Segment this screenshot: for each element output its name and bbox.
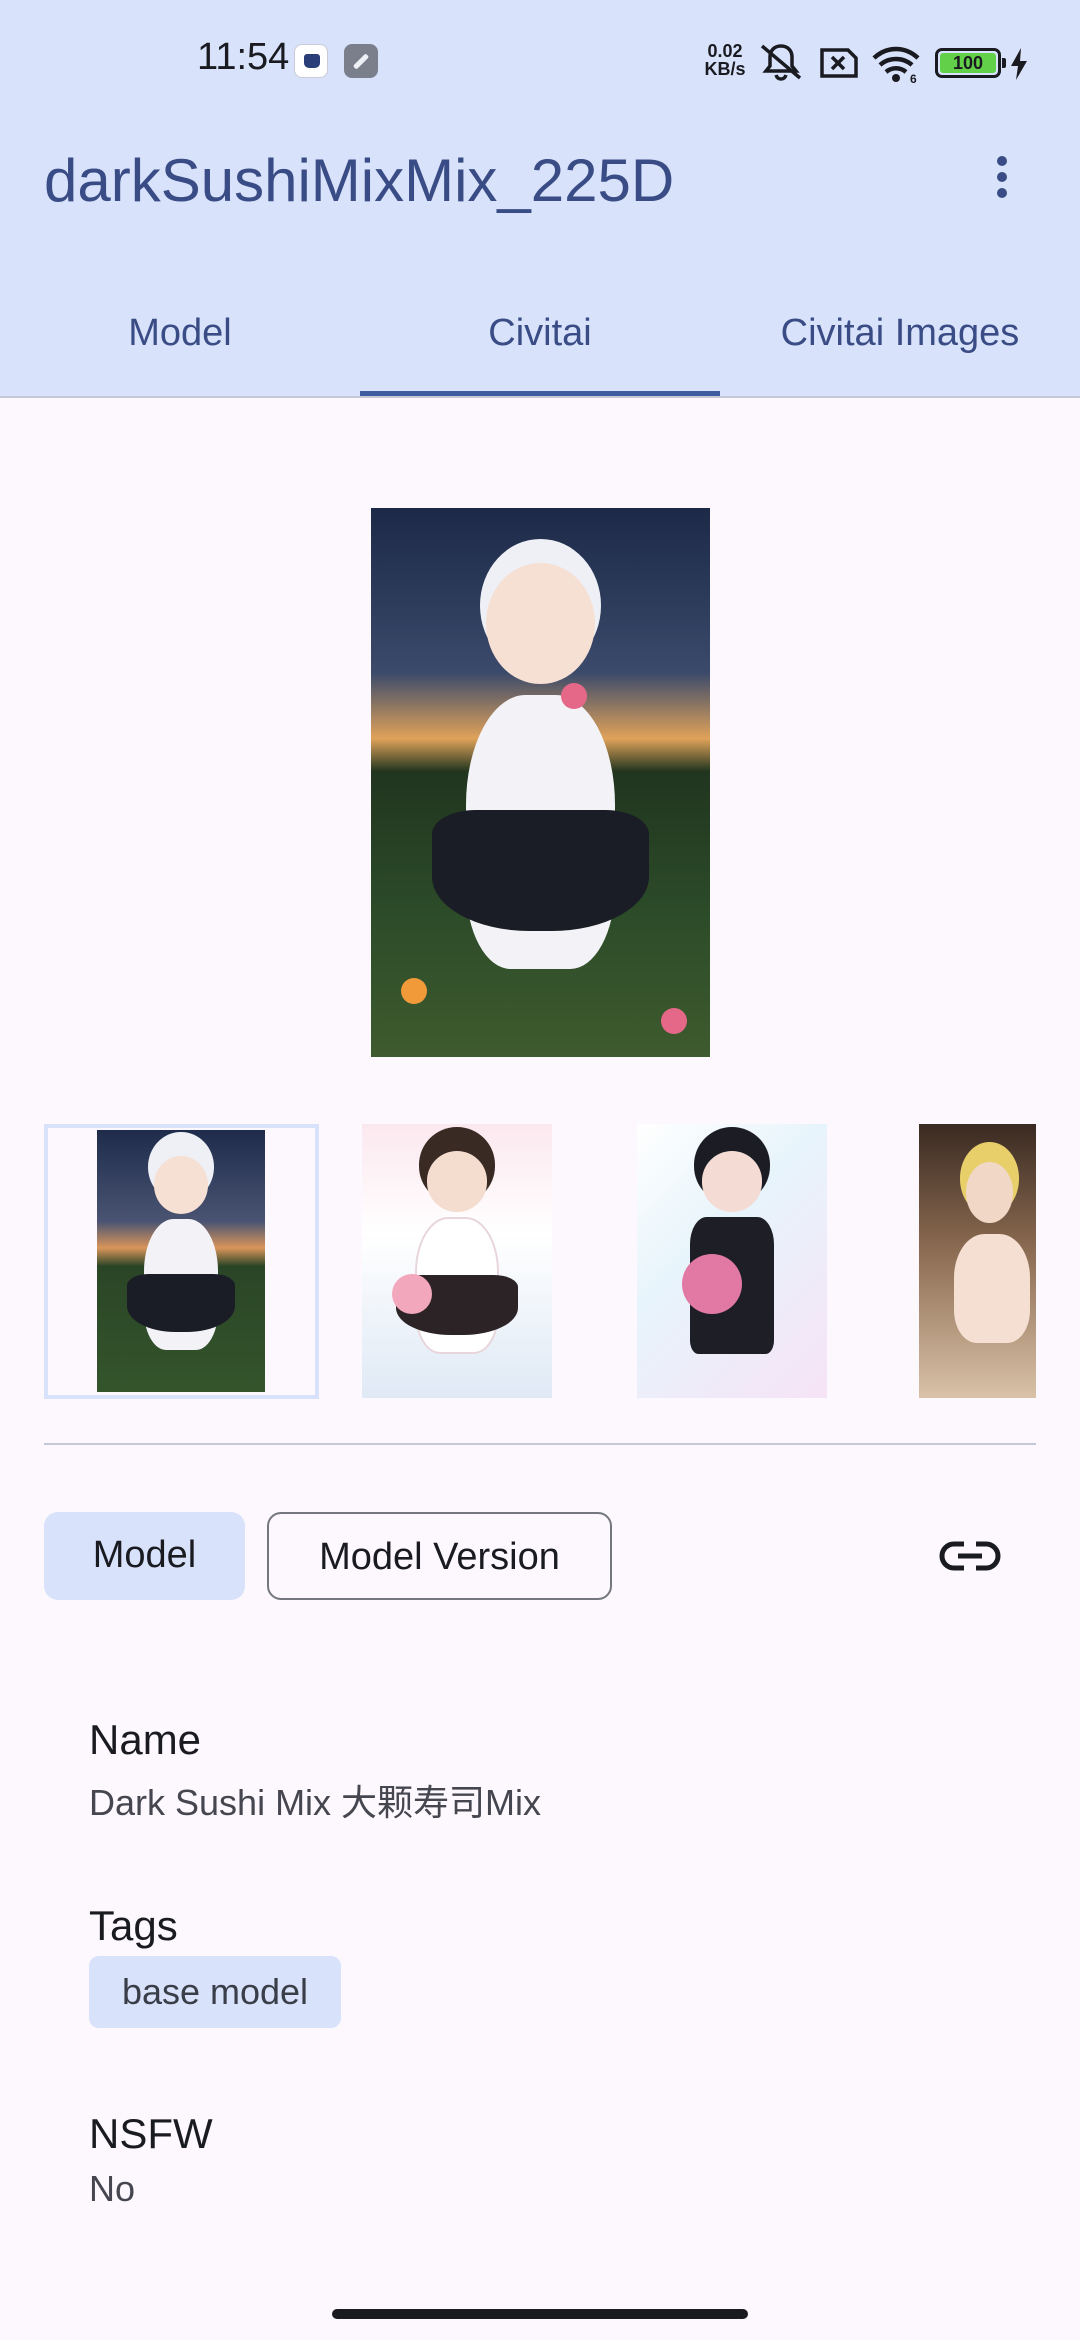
thumbnail-1[interactable] — [97, 1130, 265, 1392]
battery-level: 100 — [940, 53, 996, 73]
status-time: 11:54 — [197, 36, 290, 78]
network-speed-unit: KB/s — [704, 59, 746, 79]
no-sim-icon — [820, 48, 858, 78]
charging-icon — [1011, 48, 1027, 80]
page-title: darkSushiMixMix_225D — [44, 147, 675, 214]
model-chip[interactable]: Model — [44, 1512, 245, 1600]
tab-divider — [0, 396, 1080, 398]
tag-chip[interactable]: base model — [89, 1956, 341, 2028]
status-bar: 11:54 0.02 KB/s 6 100 — [0, 0, 1080, 120]
wifi-icon: 6 — [872, 46, 920, 84]
wrench-notification-icon — [344, 44, 378, 78]
section-divider — [44, 1443, 1036, 1445]
link-icon[interactable] — [938, 1532, 1002, 1580]
wifi-label: 6 — [910, 72, 917, 84]
name-label: Name — [89, 1716, 202, 1763]
more-options-icon[interactable] — [980, 150, 1024, 206]
nsfw-value: No — [89, 2168, 136, 2209]
battery-icon: 100 — [935, 48, 1006, 78]
tab-civitai[interactable]: Civitai — [360, 290, 720, 398]
tags-label: Tags — [89, 1902, 178, 1949]
thumbnail-3[interactable] — [637, 1124, 827, 1398]
nsfw-label: NSFW — [89, 2110, 213, 2157]
model-version-chip[interactable]: Model Version — [267, 1512, 612, 1600]
preview-image[interactable] — [371, 508, 710, 1057]
thumbnail-4[interactable] — [919, 1124, 1036, 1398]
home-indicator[interactable] — [332, 2309, 748, 2319]
network-speed-value: 0.02 — [707, 41, 743, 61]
tab-bar: Model Civitai Civitai Images — [0, 290, 1080, 398]
app-bar: 11:54 0.02 KB/s 6 100 darkSushiMixMix_22… — [0, 0, 1080, 398]
cat-notification-icon — [294, 44, 328, 78]
tab-civitai-images[interactable]: Civitai Images — [720, 290, 1080, 398]
tab-model[interactable]: Model — [0, 290, 360, 398]
name-value: Dark Sushi Mix 大颗寿司Mix — [89, 1782, 542, 1823]
bell-muted-icon — [760, 44, 802, 81]
thumbnail-2[interactable] — [362, 1124, 552, 1398]
network-speed: 0.02 KB/s — [698, 42, 752, 78]
